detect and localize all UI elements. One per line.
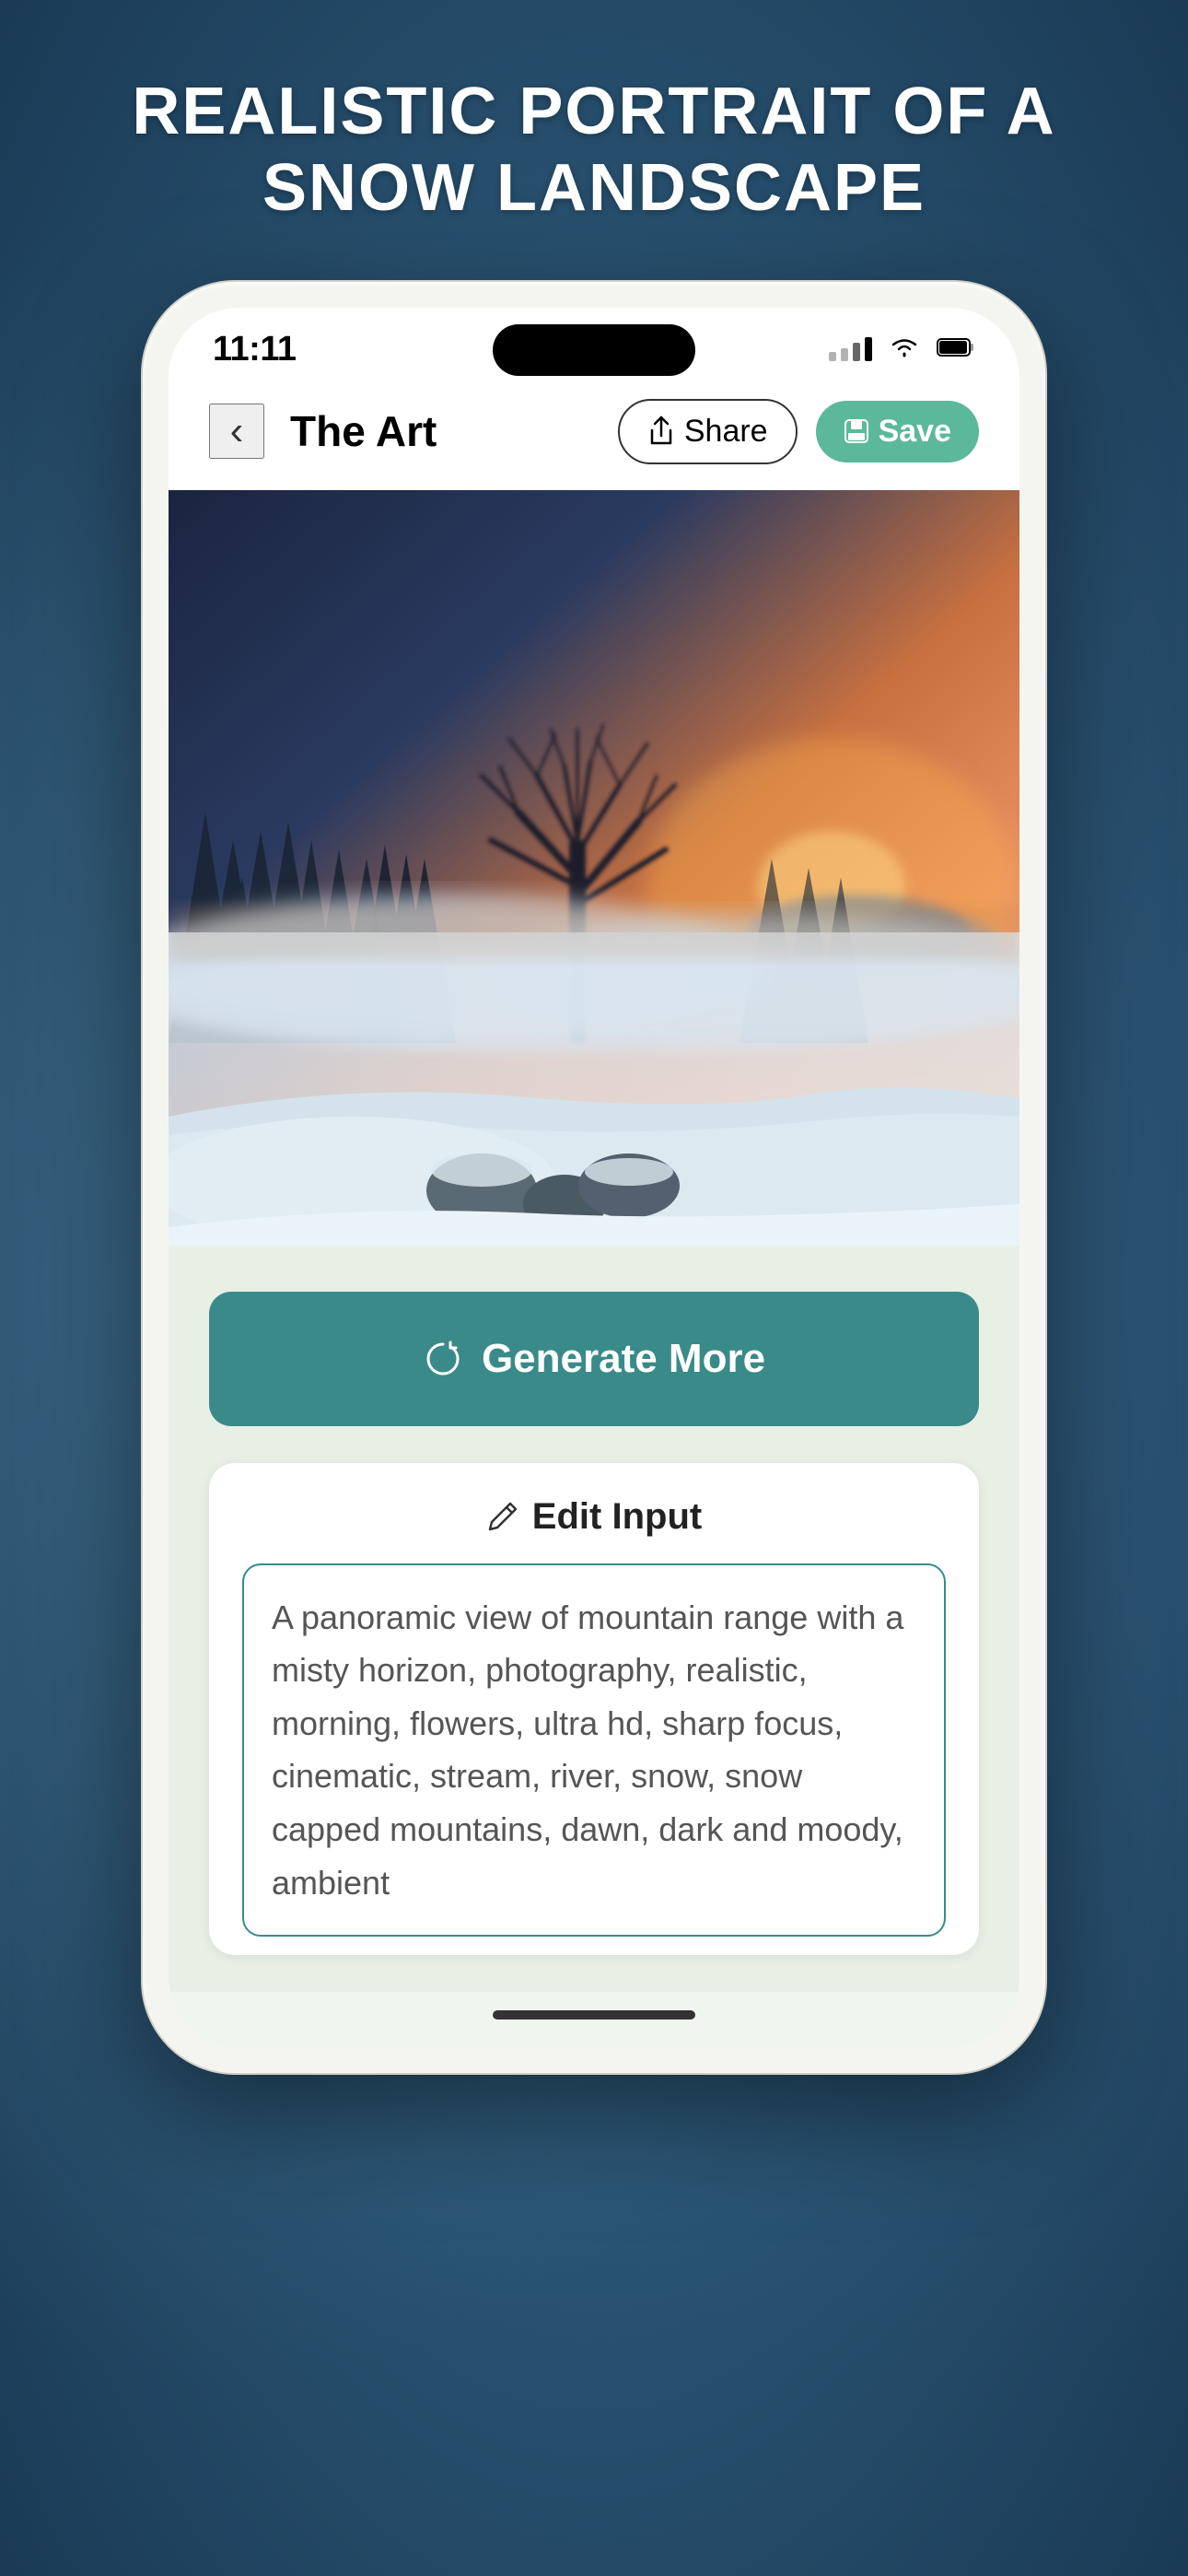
dynamic-island [493,324,695,376]
back-arrow-icon: ‹ [230,411,244,451]
nav-title: The Art [290,406,600,456]
status-icons [829,335,975,364]
prompt-text: A panoramic view of mountain range with … [272,1598,903,1902]
landscape-image [169,490,1019,1246]
save-label: Save [879,414,951,450]
prompt-text-area[interactable]: A panoramic view of mountain range with … [242,1563,946,1938]
home-indicator [169,1992,1019,2047]
content-area: Generate More Edit Input A panoram [169,1246,1019,1993]
battery-icon [937,335,975,364]
status-time: 11:11 [213,330,297,369]
home-bar [493,2010,695,2020]
edit-input-label: Edit Input [532,1496,702,1538]
phone-frame: 11:11 [143,282,1045,2074]
generate-icon [423,1339,463,1379]
page-title: REALISTIC PORTRAIT OF A SNOW LANDSCAPE [58,74,1129,227]
share-icon [647,416,675,447]
edit-input-card: Edit Input A panoramic view of mountain … [209,1463,979,1956]
generate-more-button[interactable]: Generate More [209,1292,979,1426]
back-button[interactable]: ‹ [209,404,264,459]
edit-input-header: Edit Input [242,1496,946,1538]
pencil-icon [486,1500,519,1533]
share-button[interactable]: Share [618,399,798,464]
nav-bar: ‹ The Art Share [169,384,1019,490]
signal-icon [829,337,872,361]
share-label: Share [684,414,768,450]
status-bar: 11:11 [169,308,1019,384]
save-icon [844,418,869,444]
generate-more-label: Generate More [482,1336,765,1382]
wifi-icon [885,335,924,364]
save-button[interactable]: Save [816,401,979,463]
